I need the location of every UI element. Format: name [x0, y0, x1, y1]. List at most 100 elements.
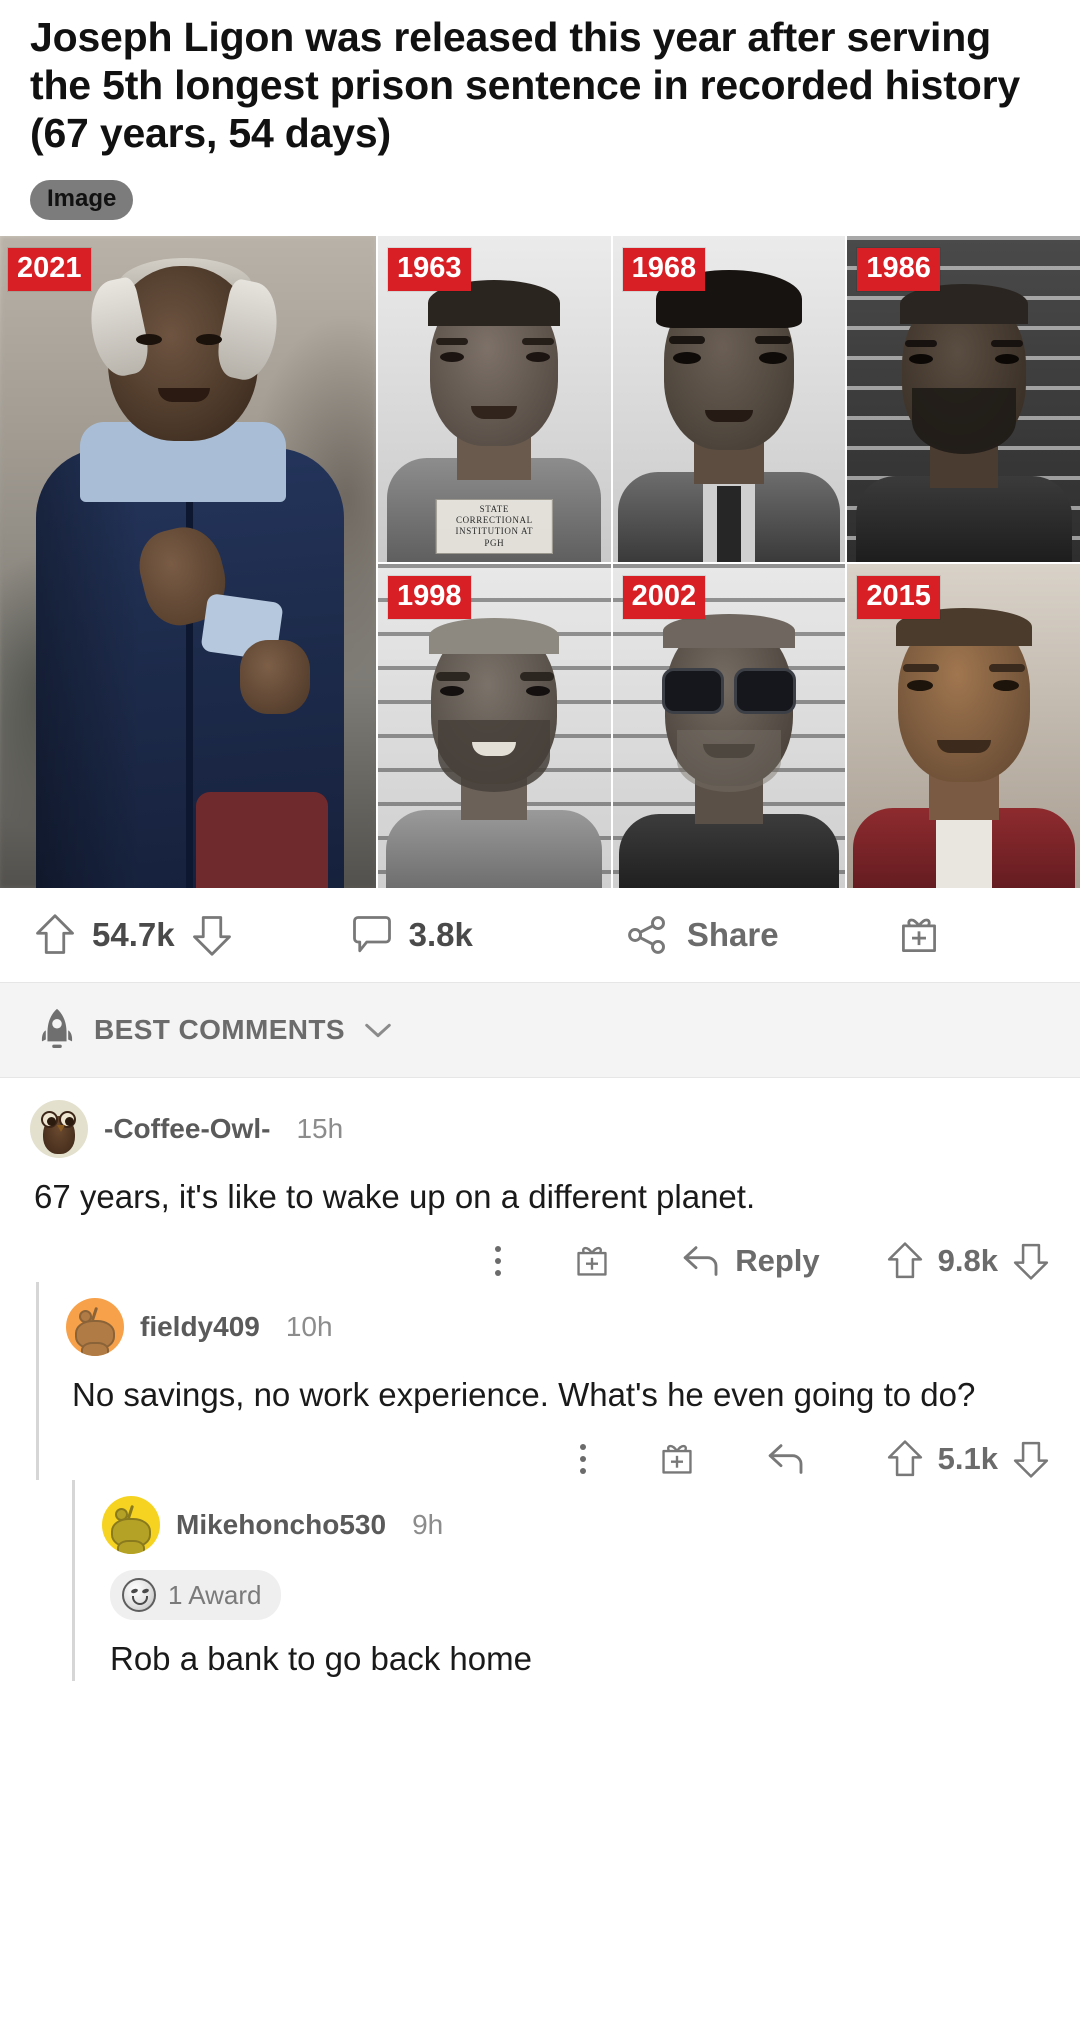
collage-panel-1968: 1968 [610, 235, 846, 562]
avatar[interactable] [30, 1099, 88, 1158]
brow-left [436, 337, 468, 345]
award-smile [132, 1596, 148, 1606]
reply-button[interactable] [766, 1442, 820, 1476]
comment-item: Mikehoncho530 9h 1 Award Rob a bank to g… [0, 1480, 1080, 1681]
gift-icon[interactable] [658, 1439, 696, 1479]
beard [911, 387, 1016, 454]
kebab-menu-icon[interactable] [579, 1444, 586, 1475]
beard [676, 729, 781, 792]
comment-author[interactable]: Mikehoncho530 [176, 1509, 386, 1541]
comment-header: Mikehoncho530 9h [102, 1496, 1050, 1555]
kebab-menu-icon[interactable] [495, 1246, 502, 1277]
comments-list: -Coffee-Owl- 15h 67 years, it's like to … [0, 1077, 1080, 1681]
post-image[interactable]: 2021 STATE CORRECTIONAL INSTITUTION AT PG… [0, 235, 1080, 888]
brow-left [668, 335, 705, 344]
lens-right [733, 667, 796, 714]
reply-arrow-icon[interactable] [681, 1244, 721, 1278]
year-label-2021: 2021 [8, 247, 91, 291]
arrow-up-icon[interactable] [886, 1438, 924, 1480]
post-flair-row: Image [0, 158, 1080, 236]
comment-item: fieldy409 10h No savings, no work experi… [0, 1282, 1080, 1481]
brow-left [903, 663, 940, 672]
collage-panel-1963: STATE CORRECTIONAL INSTITUTION AT PGH 196… [376, 235, 611, 562]
eye-left [672, 351, 701, 364]
post-flair-badge[interactable]: Image [30, 179, 134, 220]
brow-right [991, 339, 1024, 347]
eye-left [440, 685, 464, 696]
gray-beard [438, 719, 551, 792]
arrow-up-icon[interactable] [34, 912, 76, 958]
comment-score: 5.1k [937, 1441, 998, 1477]
eye-right [526, 685, 550, 696]
collage-panel-1986: 1986 [845, 235, 1080, 562]
owl-pupil-left [47, 1116, 56, 1126]
post-share-button[interactable]: Share [625, 913, 779, 957]
arrow-down-icon[interactable] [1012, 1240, 1050, 1282]
collage-panel-1998: 1998 [376, 561, 611, 888]
comment-author[interactable]: fieldy409 [140, 1311, 260, 1343]
shoulders [618, 813, 839, 888]
person-figure [0, 236, 376, 888]
comment-author[interactable]: -Coffee-Owl- [104, 1113, 270, 1145]
comments-sort-bar[interactable]: BEST COMMENTS [0, 981, 1080, 1078]
thread-line [72, 1480, 75, 1681]
year-label-1968: 1968 [622, 247, 706, 291]
reply-arrow-icon[interactable] [766, 1442, 806, 1476]
arrow-up-icon[interactable] [886, 1240, 924, 1282]
comment-vote-group: 9.8k [886, 1240, 1050, 1282]
brow-left [436, 671, 470, 681]
eye-right [526, 351, 550, 362]
eye-right [758, 351, 787, 364]
award-eye-right [141, 1588, 150, 1595]
red-bag [196, 791, 328, 888]
award-label: 1 Award [168, 1579, 262, 1610]
arrow-down-icon[interactable] [191, 912, 233, 958]
post-comments-group[interactable]: 3.8k [351, 912, 473, 958]
year-label-2015: 2015 [857, 575, 940, 619]
reply-label: Reply [735, 1243, 820, 1279]
owl-beak [57, 1124, 65, 1132]
hair [662, 613, 795, 648]
collage-panel-2021: 2021 [0, 235, 376, 888]
snoo-antenna [126, 1505, 135, 1520]
comment-header: -Coffee-Owl- 15h [30, 1099, 1050, 1158]
share-icon[interactable] [625, 913, 669, 957]
collage-row-top: STATE CORRECTIONAL INSTITUTION AT PGH 196… [376, 235, 1080, 562]
collage-panel-2002: 2002 [610, 561, 846, 888]
reply-button[interactable]: Reply [681, 1243, 820, 1279]
arrow-down-icon[interactable] [1012, 1438, 1050, 1480]
collage-row-bottom: 1998 2002 2015 [376, 561, 1080, 888]
mouth [471, 405, 518, 419]
share-label: Share [686, 915, 779, 953]
brow-left [905, 339, 938, 347]
comment-body: Rob a bank to go back home [110, 1640, 532, 1678]
sort-label: BEST COMMENTS [94, 1013, 345, 1045]
gift-icon[interactable] [573, 1241, 611, 1281]
award-eye-left [130, 1588, 139, 1595]
comment-bubble-icon[interactable] [351, 912, 393, 958]
prison-plate: STATE CORRECTIONAL INSTITUTION AT PGH [436, 498, 553, 554]
avatar[interactable] [102, 1496, 160, 1555]
comment-item: -Coffee-Owl- 15h 67 years, it's like to … [0, 1078, 1080, 1282]
eye-right [995, 353, 1020, 364]
year-label-1998: 1998 [388, 575, 471, 619]
post-action-bar: 54.7k 3.8k Share [0, 887, 1080, 982]
mouth [158, 387, 210, 402]
eye-right [993, 679, 1020, 691]
collage-right-grid: STATE CORRECTIONAL INSTITUTION AT PGH 196… [376, 235, 1080, 888]
avatar[interactable] [66, 1298, 124, 1357]
eye-left [907, 679, 934, 691]
gift-icon[interactable] [897, 912, 941, 958]
snoo-body [117, 1540, 145, 1555]
comment-header: fieldy409 10h [66, 1298, 1050, 1357]
comment-timestamp: 10h [285, 1311, 333, 1343]
shoulders [386, 809, 603, 888]
mouth [936, 739, 991, 753]
comment-score: 9.8k [937, 1243, 998, 1279]
snoo-body [81, 1342, 109, 1357]
owl-pupil-right [65, 1116, 74, 1126]
rocket-icon [38, 1008, 76, 1052]
award-badge[interactable]: 1 Award [110, 1570, 282, 1621]
chevron-down-icon[interactable] [363, 1020, 393, 1040]
year-label-1986: 1986 [857, 247, 940, 291]
